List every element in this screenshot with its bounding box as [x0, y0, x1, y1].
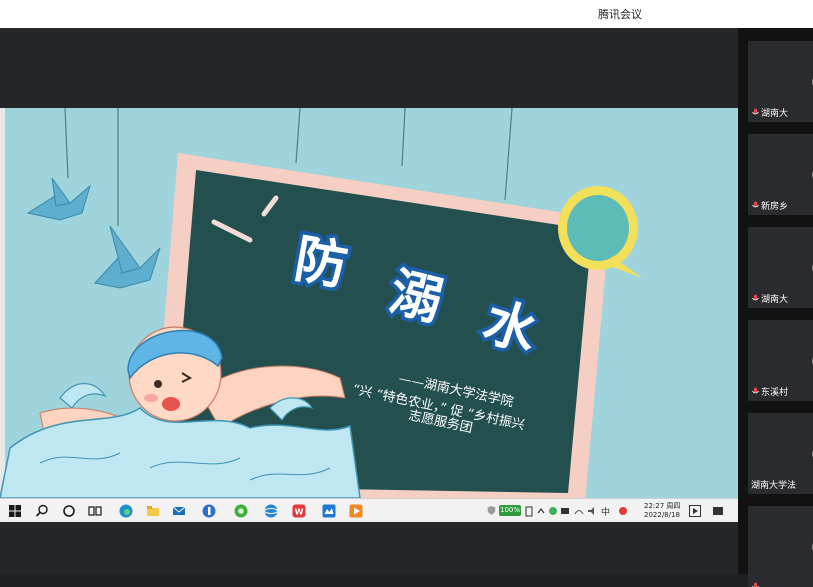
video-app-icon[interactable]	[347, 502, 365, 520]
start-icon[interactable]	[6, 502, 24, 520]
taskbar: W 100% 中 22:27 周四 2022/8/18	[0, 498, 738, 522]
file-explorer-icon[interactable]	[144, 502, 162, 520]
task-view-icon[interactable]	[86, 502, 104, 520]
participant-tile[interactable]: 湖南大	[748, 41, 813, 122]
mic-icon	[751, 201, 760, 210]
clock-time[interactable]: 22:27 周四	[644, 502, 680, 511]
battery-badge[interactable]: 100%	[499, 505, 521, 516]
notification-icon[interactable]	[712, 505, 724, 517]
edge-icon[interactable]	[117, 502, 135, 520]
ime-icon: 中	[601, 506, 610, 518]
mic-icon	[751, 294, 760, 303]
search-icon[interactable]	[33, 502, 51, 520]
browser-green-icon[interactable]	[232, 502, 250, 520]
tray-app-red-icon	[619, 507, 627, 515]
app-blue-icon[interactable]	[200, 502, 218, 520]
wps-icon[interactable]: W	[290, 502, 308, 520]
window-title: 腾讯会议	[598, 6, 642, 22]
participant-name: 湖南大学法	[751, 481, 796, 491]
participant-sidebar: 湖南大 新房乡 湖南大 东溪村 湖南大学法	[738, 28, 813, 574]
network-icon	[561, 508, 569, 514]
slide-title-char: 防	[290, 229, 352, 297]
participant-name: 湖南大	[761, 295, 788, 305]
mail-icon[interactable]	[170, 502, 188, 520]
battery-icon	[526, 507, 532, 516]
tray-app-green-icon	[549, 507, 557, 515]
slide-frame-left	[0, 108, 5, 498]
participant-name: 东溪村	[761, 388, 788, 398]
participant-tile[interactable]: 东溪村	[748, 320, 813, 401]
clock-date[interactable]: 2022/8/18	[644, 511, 680, 520]
shared-screen: 防 溺 水 ——湖南大学法学院 “兴 “特色农业，” 促 “乡村振兴 志愿服务团	[0, 108, 738, 522]
meeting-app-icon[interactable]	[320, 502, 338, 520]
play-icon[interactable]	[689, 505, 701, 517]
tray-icons: 中	[525, 504, 635, 518]
wifi-icon	[575, 511, 583, 515]
participant-name: 新房乡	[761, 202, 788, 212]
participant-tile[interactable]	[748, 506, 813, 587]
shield-icon[interactable]	[486, 505, 497, 516]
participant-name: 湖南大	[761, 109, 788, 119]
cortana-icon[interactable]	[60, 502, 78, 520]
speaker-icon	[588, 507, 594, 515]
participant-tile[interactable]: 新房乡	[748, 134, 813, 215]
participant-tile[interactable]: 湖南大	[748, 227, 813, 308]
mic-icon	[751, 387, 760, 396]
title-bar: 腾讯会议	[0, 0, 813, 28]
slide: 防 溺 水 ——湖南大学法学院 “兴 “特色农业，” 促 “乡村振兴 志愿服务团	[0, 108, 738, 498]
mic-icon	[751, 582, 760, 587]
browser-blue-icon[interactable]	[262, 502, 280, 520]
mic-icon	[751, 108, 760, 117]
chevron-up-icon	[538, 509, 544, 513]
svg-text:W: W	[295, 508, 304, 517]
participant-tile[interactable]: 湖南大学法	[748, 413, 813, 494]
